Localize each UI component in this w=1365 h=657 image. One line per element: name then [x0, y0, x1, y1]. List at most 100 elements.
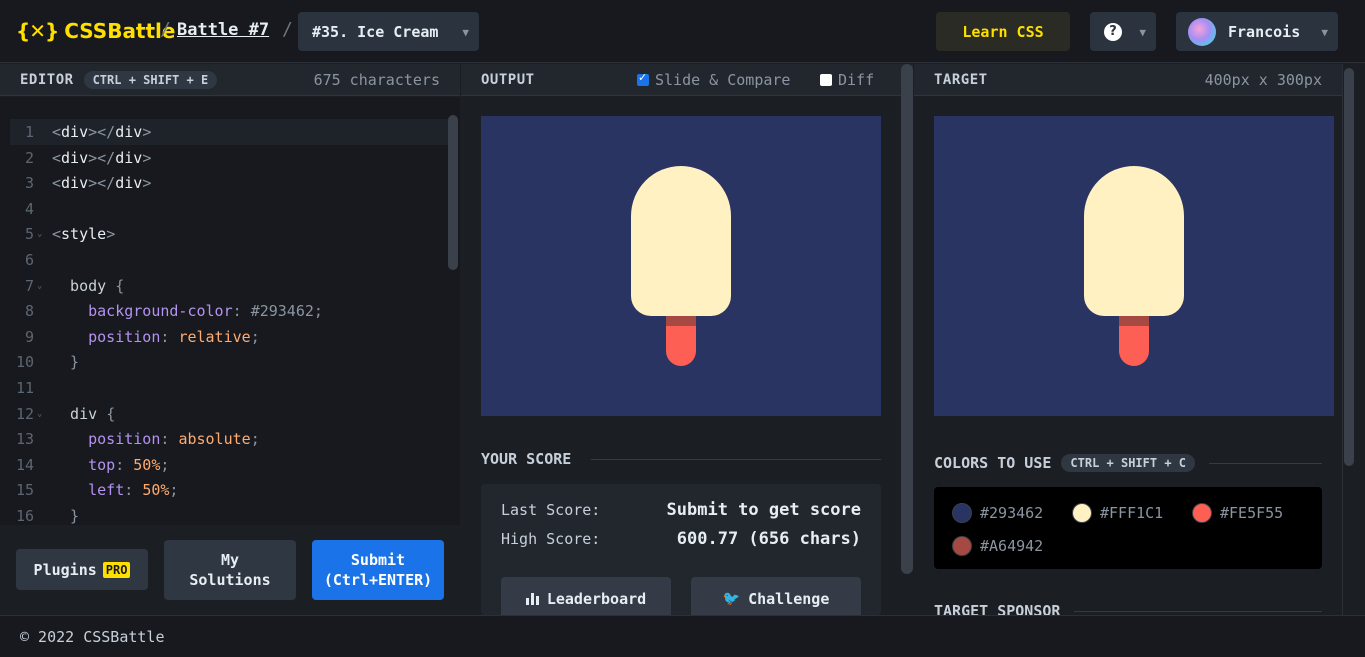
color-dot — [952, 503, 972, 523]
character-count: 675 characters — [313, 70, 440, 89]
target-title: TARGET — [934, 71, 988, 88]
high-score-row: High Score: 600.77 (656 chars) — [501, 529, 861, 549]
logo-mark-icon: {✕} — [16, 19, 59, 43]
color-swatch[interactable]: #FE5F55 — [1192, 503, 1283, 523]
code-line[interactable]: 1 <div></div> — [10, 119, 448, 145]
fold-arrow-icon[interactable]: ⌄ — [34, 229, 52, 239]
color-dot — [1192, 503, 1212, 523]
colors-title: COLORS TO USE — [934, 454, 1052, 472]
line-number: 16 — [15, 507, 34, 525]
code-text: } — [52, 507, 80, 525]
color-hex: #293462 — [980, 504, 1044, 522]
slide-compare-checkbox[interactable] — [637, 71, 649, 86]
breadcrumb-separator: / — [282, 19, 293, 40]
line-number: 5 — [24, 225, 34, 244]
chevron-down-icon: ▼ — [1321, 26, 1328, 39]
diff-checkbox[interactable] — [820, 73, 832, 86]
ice-cream-stick — [1119, 326, 1149, 366]
color-hex: #A64942 — [980, 537, 1044, 555]
code-line[interactable]: 4 — [10, 196, 448, 222]
code-text: position: absolute; — [88, 430, 260, 449]
line-number: 1 — [24, 123, 34, 141]
line-number: 8 — [24, 302, 34, 321]
code-line[interactable]: 2 <div></div> — [10, 145, 448, 171]
code-line[interactable]: 8 background-color: #293462; — [10, 298, 448, 324]
bar-chart-icon — [525, 593, 539, 605]
target-panel: COLORS TO USE CTRL + SHIFT + C #293462 #F… — [914, 97, 1342, 620]
code-line[interactable]: 6 — [10, 247, 448, 273]
chevron-down-icon: ▼ — [1139, 26, 1146, 39]
line-number: 7 — [24, 276, 34, 295]
plugins-label: Plugins — [33, 560, 97, 579]
level-select-label: #35. Ice Cream — [312, 22, 439, 41]
fold-arrow-icon[interactable]: ⌄ — [34, 409, 52, 419]
cssbattle-logo[interactable]: {✕} CSSBattle — [16, 19, 175, 43]
line-number: 15 — [15, 481, 34, 500]
code-editor[interactable]: 1 <div></div> 2 <div></div> 3 <div></div> 4 5 ⌄ <… — [0, 97, 460, 525]
code-line[interactable]: 7 ⌄ body { — [10, 273, 448, 299]
high-score-value: 600.77 (656 chars) — [676, 529, 861, 549]
plugins-button[interactable]: Plugins PRO — [16, 549, 148, 590]
ice-cream-scoop — [1084, 166, 1184, 316]
chevron-down-icon: ▼ — [462, 26, 469, 39]
editor-scrollbar[interactable] — [448, 115, 458, 270]
line-number: 14 — [15, 455, 34, 474]
logo-text: CSSBattle — [64, 19, 176, 43]
fold-arrow-icon[interactable]: ⌄ — [34, 281, 52, 291]
colors-heading: COLORS TO USE CTRL + SHIFT + C — [934, 454, 1322, 472]
color-swatch[interactable]: #FFF1C1 — [1072, 503, 1163, 523]
breadcrumb-battle-link[interactable]: Battle #7 — [177, 20, 269, 40]
code-line[interactable]: 14 top: 50%; — [10, 452, 448, 478]
editor-title: EDITOR — [20, 71, 74, 88]
user-menu-button[interactable]: Francois ▼ — [1176, 12, 1338, 51]
code-line[interactable]: 11 — [10, 375, 448, 401]
output-scrollbar[interactable] — [901, 64, 913, 574]
divider — [1074, 610, 1322, 612]
color-swatch[interactable]: #293462 — [952, 503, 1043, 523]
target-canvas — [934, 116, 1334, 416]
help-menu-button[interactable]: ? ▼ — [1090, 12, 1156, 51]
code-text: <div></div> — [52, 174, 152, 193]
divider — [591, 458, 881, 460]
code-line[interactable]: 9 position: relative; — [10, 324, 448, 350]
code-text: left: 50%; — [88, 481, 179, 500]
color-dot — [952, 536, 972, 556]
color-dot — [1072, 503, 1092, 523]
code-line[interactable]: 12 ⌄ div { — [10, 401, 448, 427]
diff-toggle[interactable]: Diff — [820, 71, 874, 89]
code-text: background-color: #293462; — [88, 302, 323, 321]
output-canvas[interactable] — [481, 116, 881, 416]
code-text: position: relative; — [88, 327, 260, 346]
score-box: Last Score: Submit to get score High Sco… — [481, 484, 881, 621]
line-number: 10 — [15, 353, 34, 372]
line-number: 11 — [15, 379, 34, 397]
challenge-label: Challenge — [748, 590, 830, 608]
learn-css-button[interactable]: Learn CSS — [936, 12, 1070, 51]
level-select[interactable]: #35. Ice Cream ▼ — [298, 12, 479, 51]
page-scrollbar[interactable] — [1344, 68, 1354, 466]
code-text: top: 50%; — [88, 455, 170, 474]
last-score-row: Last Score: Submit to get score — [501, 500, 861, 520]
code-line[interactable]: 13 position: absolute; — [10, 426, 448, 452]
code-line[interactable]: 10 } — [10, 349, 448, 375]
diff-label: Diff — [838, 70, 875, 89]
code-text: <div></div> — [52, 123, 152, 141]
divider — [1209, 462, 1322, 464]
editor-header: EDITOR CTRL + SHIFT + E 675 characters — [0, 64, 460, 96]
code-line[interactable]: 15 left: 50%; — [10, 477, 448, 503]
code-text: body { — [52, 276, 125, 295]
slide-compare-toggle[interactable]: Slide & Compare — [637, 71, 790, 89]
colors-shortcut-badge: CTRL + SHIFT + C — [1061, 454, 1195, 472]
ice-cream-stick-shadow — [666, 316, 696, 326]
color-swatch[interactable]: #A64942 — [952, 536, 1043, 556]
my-solutions-button[interactable]: My Solutions — [164, 540, 296, 600]
output-panel: YOUR SCORE Last Score: Submit to get sco… — [461, 97, 913, 621]
submit-button[interactable]: Submit (Ctrl+ENTER) — [312, 540, 444, 600]
code-line[interactable]: 16 } — [10, 503, 448, 525]
code-line[interactable]: 5 ⌄ <style> — [10, 221, 448, 247]
high-score-label: High Score: — [501, 530, 601, 548]
breadcrumb-separator: / — [160, 19, 171, 40]
slide-compare-label: Slide & Compare — [655, 70, 791, 89]
target-dimensions: 400px x 300px — [1204, 70, 1322, 89]
code-line[interactable]: 3 <div></div> — [10, 170, 448, 196]
